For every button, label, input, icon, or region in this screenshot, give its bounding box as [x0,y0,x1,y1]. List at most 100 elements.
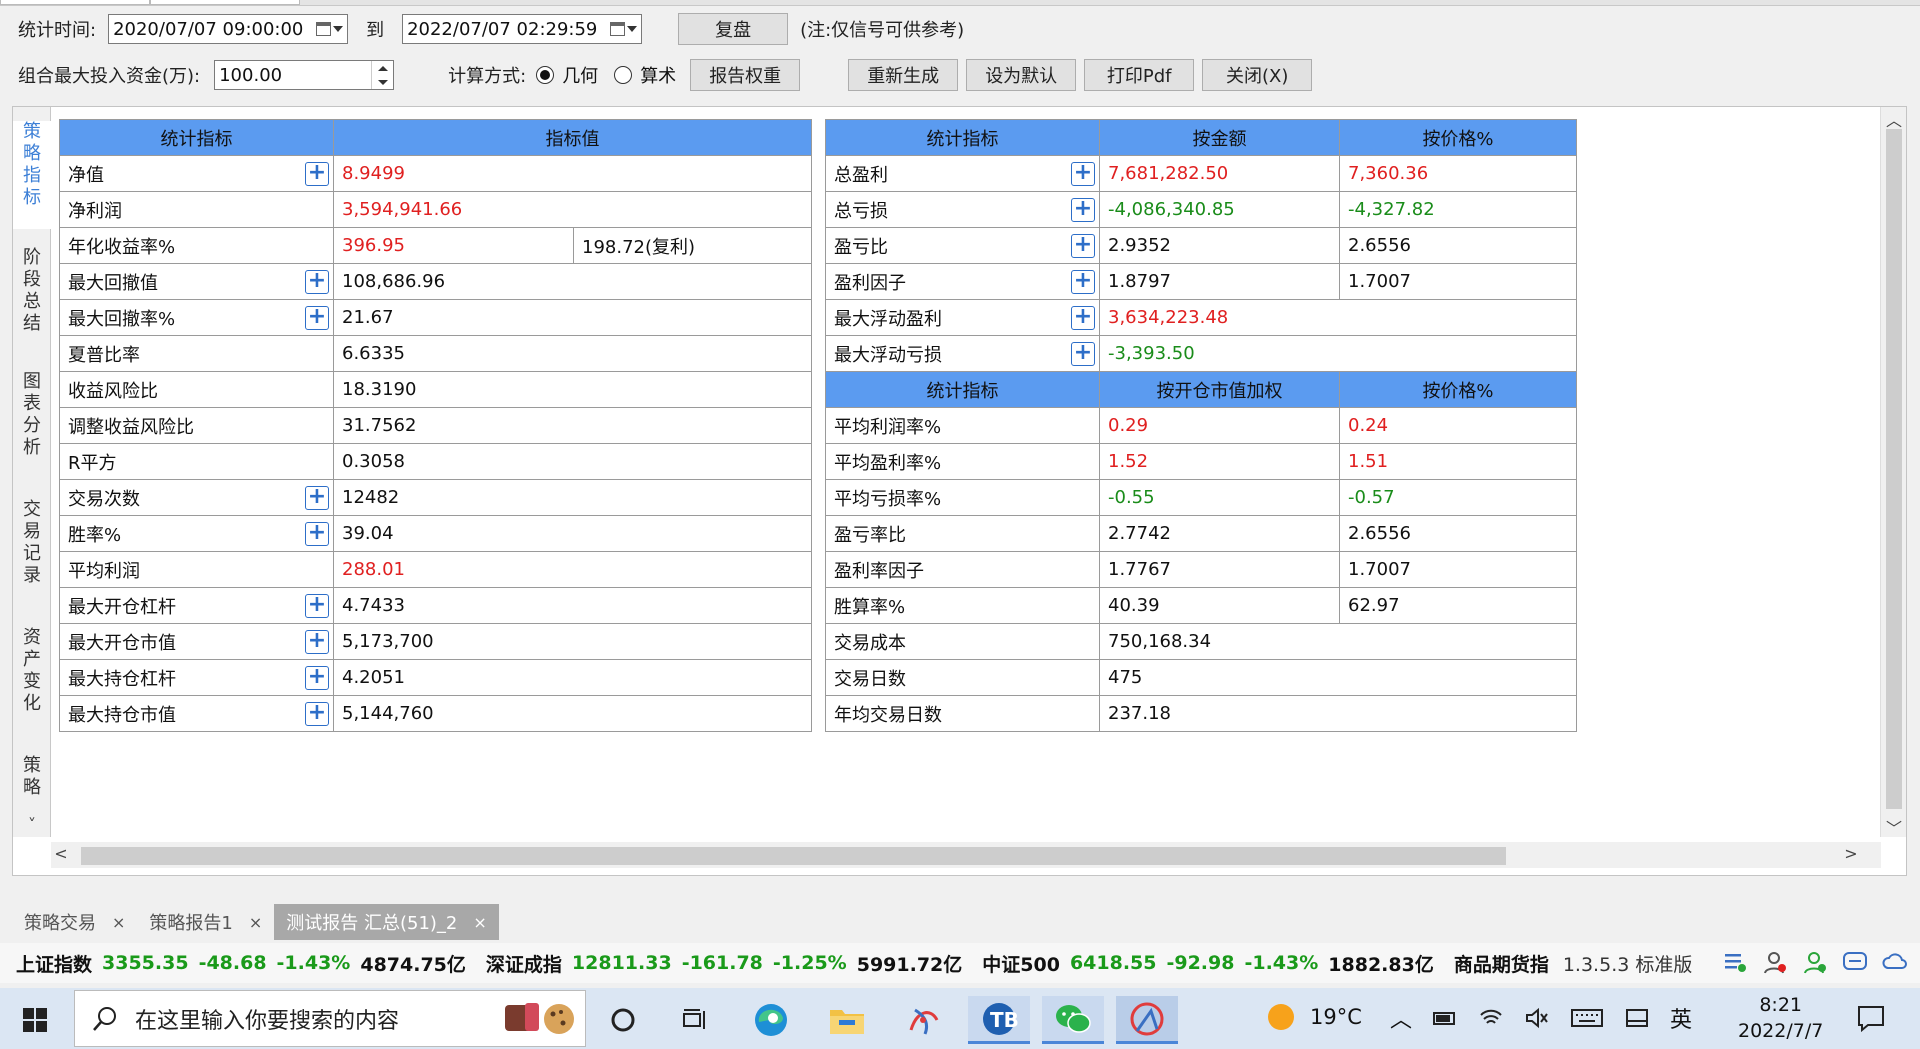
scroll-up-icon[interactable]: ︿ [1881,107,1907,131]
table-row: 最大持仓市值 +5,144,760 [59,695,812,732]
calendar-dropdown-icon[interactable] [313,19,344,39]
wechat-icon[interactable] [1042,996,1104,1044]
expand-plus-icon[interactable]: + [305,486,329,510]
task-view-icon[interactable] [664,996,726,1044]
side-tab-stage-summary[interactable]: 阶段总结 [13,247,51,347]
table-row: 夏普比率 6.6335 [59,335,812,372]
max-capital-stepper[interactable]: 100.00 [214,60,395,90]
scroll-right-icon[interactable]: > [1841,844,1861,863]
speaker-muted-icon[interactable] [1524,1007,1550,1029]
active-app-icon[interactable] [1116,996,1178,1044]
side-tab-chart-analysis[interactable]: 图表分析 [13,371,51,471]
expand-plus-icon[interactable]: + [305,594,329,618]
ime-language[interactable]: 英 [1670,1002,1692,1034]
calc-geometric-radio[interactable]: 几何 [536,62,598,88]
scroll-thumb[interactable] [81,847,1506,865]
metric-value: 6.6335 [333,335,812,372]
scroll-down-icon[interactable]: ﹀ [1881,815,1907,839]
close-icon[interactable]: × [112,913,125,932]
weather-widget[interactable]: 19°C [1268,1004,1362,1030]
expand-plus-icon[interactable]: + [1071,270,1095,294]
close-icon[interactable]: × [473,913,486,932]
expand-plus-icon[interactable]: + [305,162,329,186]
doc-tab[interactable]: 测试报告 汇总(51)_2 × [274,904,499,940]
file-explorer-icon[interactable] [816,996,878,1044]
notification-icon[interactable] [1856,1004,1886,1032]
vertical-scrollbar[interactable]: ︿ ﹀ [1880,107,1907,839]
end-date-picker[interactable]: 2022/07/07 02:29:59 [402,14,643,44]
start-date-picker[interactable]: 2020/07/07 09:00:00 [108,14,349,44]
expand-plus-icon[interactable]: + [305,630,329,654]
taskbar-search-box[interactable]: 在这里输入你要搜索的内容 [74,990,586,1047]
pinned-app-icon[interactable] [892,996,954,1044]
expand-plus-icon[interactable]: + [1071,342,1095,366]
scroll-left-icon[interactable]: < [51,844,71,863]
close-button[interactable]: 关闭(X) [1202,59,1313,91]
sz-index-name[interactable]: 深证成指 [486,950,562,977]
side-tab-trade-records[interactable]: 交易记录 [13,499,51,599]
side-tab-asset-change[interactable]: 资产变化 [13,627,51,727]
column-header: 统计指标 [825,371,1100,408]
set-default-button[interactable]: 设为默认 [966,59,1077,91]
clock[interactable]: 8:21 2022/7/7 [1738,992,1823,1044]
column-header: 指标值 [333,119,812,156]
wifi-icon[interactable] [1478,1007,1504,1029]
list-settings-icon[interactable] [1722,949,1748,975]
top-tab-stub[interactable] [150,0,300,5]
metric-value: 3,634,223.48 [1099,299,1577,336]
doc-tab[interactable]: 策略交易 × [12,904,137,940]
metric-value: 5,173,700 [333,623,812,660]
chevron-up-icon[interactable]: ︿ [1390,1002,1412,1034]
metric-name: 最大回撤值 + [59,263,334,300]
side-tab-scroll-icon[interactable]: ˅ [19,815,45,834]
trading-app-icon[interactable]: TB [968,996,1030,1044]
user-alert-icon[interactable] [1762,949,1788,975]
expand-plus-icon[interactable]: + [305,270,329,294]
report-weight-button[interactable]: 报告权重 [690,59,801,91]
metric-value-pct: 2.6556 [1339,227,1577,264]
doc-tab[interactable]: 策略报告1 × [137,904,274,940]
table-header-row: 统计指标 指标值 [59,119,812,156]
futures-index-name[interactable]: 商品期货指 [1454,950,1549,977]
expand-plus-icon[interactable]: + [1071,234,1095,258]
side-tab-strategy-indicators[interactable]: 策略指标 [13,121,52,229]
radio-unselected-icon[interactable] [614,66,633,84]
sz-index-pct: -1.25% [772,952,847,974]
csi500-name[interactable]: 中证500 [982,950,1060,977]
cloud-icon[interactable] [1882,949,1908,975]
calc-arithmetic-radio[interactable]: 算术 [614,62,676,88]
horizontal-scrollbar[interactable]: < > [51,842,1881,868]
battery-icon[interactable] [1432,1008,1458,1028]
start-windows-icon[interactable] [4,996,66,1044]
sh-index-name[interactable]: 上证指数 [16,950,92,977]
note-text: (注:仅信号可供参考) [800,20,965,41]
metric-value: 5,144,760 [333,695,812,732]
keyboard-icon[interactable] [1570,1007,1604,1029]
regenerate-button[interactable]: 重新生成 [848,59,959,91]
metric-value: 288.01 [333,551,812,588]
chat-icon[interactable] [1842,949,1868,975]
expand-plus-icon[interactable]: + [305,702,329,726]
expand-plus-icon[interactable]: + [1071,162,1095,186]
stepper-arrows-icon[interactable] [371,61,393,89]
top-tab-stub[interactable] [0,0,150,5]
weather-temp: 19°C [1310,1005,1362,1029]
expand-plus-icon[interactable]: + [1071,198,1095,222]
expand-plus-icon[interactable]: + [305,306,329,330]
table-row: 收益风险比 18.3190 [59,371,812,408]
expand-plus-icon[interactable]: + [305,666,329,690]
user-add-icon[interactable] [1802,949,1828,975]
cortana-icon[interactable] [592,996,654,1044]
calendar-dropdown-icon[interactable] [607,19,638,39]
radio-selected-icon[interactable] [536,66,555,84]
scroll-thumb[interactable] [1886,129,1902,809]
expand-plus-icon[interactable]: + [1071,306,1095,330]
sh-index-change: -48.68 [198,952,267,974]
replay-button[interactable]: 复盘 [678,13,789,45]
table-row: 总亏损 + -4,086,340.85 -4,327.82 [825,191,1577,228]
close-icon[interactable]: × [249,913,262,932]
print-pdf-button[interactable]: 打印Pdf [1084,59,1195,91]
edge-browser-icon[interactable] [740,996,802,1044]
expand-plus-icon[interactable]: + [305,522,329,546]
tablet-mode-icon[interactable] [1624,1007,1650,1029]
